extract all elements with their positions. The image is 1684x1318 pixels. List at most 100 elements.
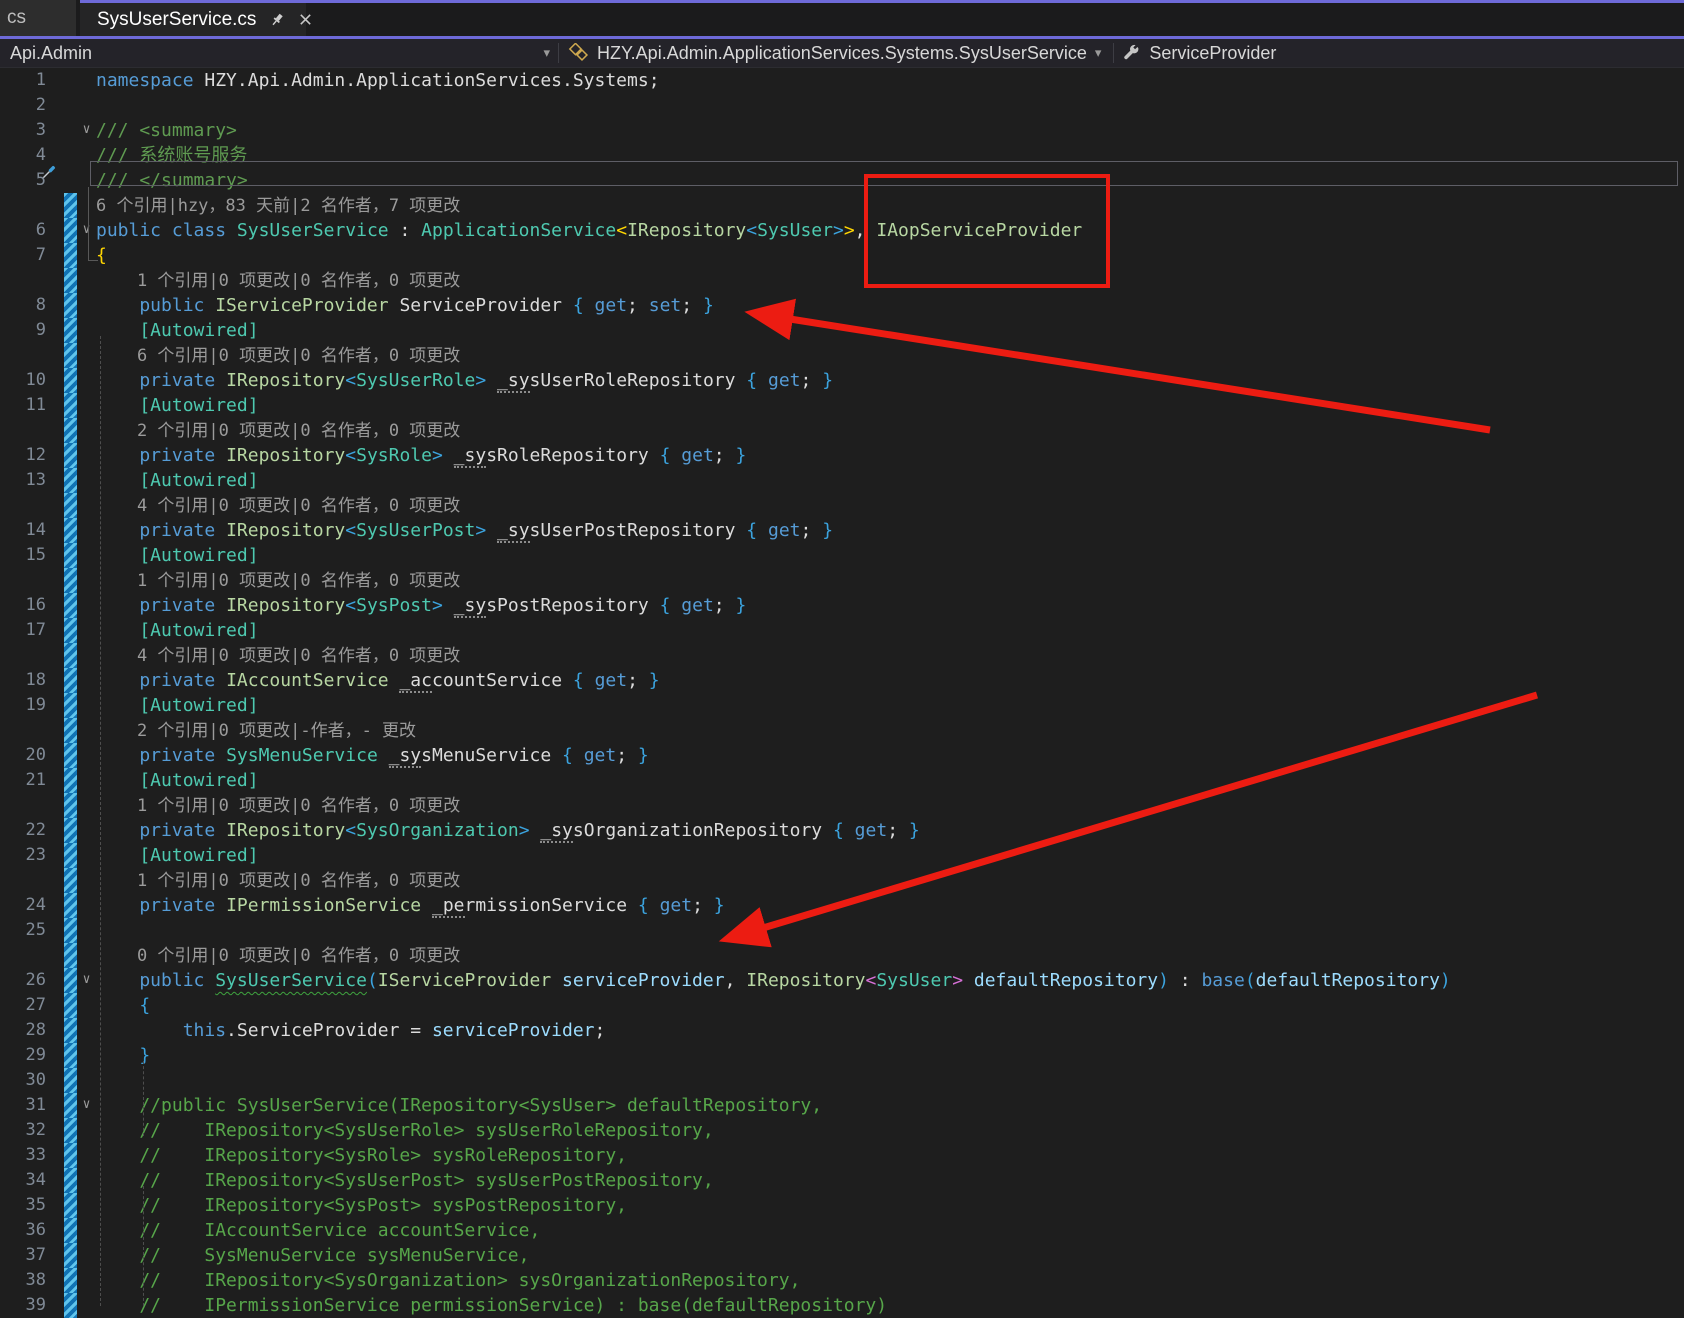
close-icon[interactable] xyxy=(298,11,313,29)
line-number[interactable]: 36 xyxy=(0,1218,46,1243)
line-number[interactable]: 21 xyxy=(0,768,46,793)
line-number[interactable]: 9 xyxy=(0,318,46,343)
codelens-row[interactable]: 4 个引用|0 项更改|0 名作者，0 项更改 xyxy=(0,493,1684,518)
fold-chevron-icon[interactable]: ∨ xyxy=(77,968,96,993)
breadcrumb-member[interactable]: ServiceProvider xyxy=(1145,39,1280,67)
code-line-35[interactable]: 35 // IRepository<SysPost> sysPostReposi… xyxy=(0,1193,1684,1218)
line-number[interactable]: 20 xyxy=(0,743,46,768)
line-number[interactable]: 8 xyxy=(0,293,46,318)
fold-chevron-icon[interactable]: ∨ xyxy=(77,218,96,243)
code-line-18[interactable]: 18 private IAccountService _accountServi… xyxy=(0,668,1684,693)
code-line-12[interactable]: 12 private IRepository<SysRole> _sysRole… xyxy=(0,443,1684,468)
line-number[interactable]: 17 xyxy=(0,618,46,643)
code-line-30[interactable]: 30 xyxy=(0,1068,1684,1093)
code-line-23[interactable]: 23 [Autowired] xyxy=(0,843,1684,868)
line-number[interactable]: 38 xyxy=(0,1268,46,1293)
code-line-34[interactable]: 34 // IRepository<SysUserPost> sysUserPo… xyxy=(0,1168,1684,1193)
line-number[interactable] xyxy=(0,793,46,818)
code-line-28[interactable]: 28 this.ServiceProvider = serviceProvide… xyxy=(0,1018,1684,1043)
line-number[interactable]: 23 xyxy=(0,843,46,868)
line-number[interactable]: 14 xyxy=(0,518,46,543)
codelens-row[interactable]: 2 个引用|0 项更改|0 名作者，0 项更改 xyxy=(0,418,1684,443)
code-line-17[interactable]: 17 [Autowired] xyxy=(0,618,1684,643)
codelens-row[interactable]: 1 个引用|0 项更改|0 名作者，0 项更改 xyxy=(0,868,1684,893)
code-line-32[interactable]: 32 // IRepository<SysUserRole> sysUserRo… xyxy=(0,1118,1684,1143)
fold-chevron-icon[interactable]: ∨ xyxy=(77,1093,96,1118)
line-number[interactable]: 6 xyxy=(0,218,46,243)
line-number[interactable] xyxy=(0,268,46,293)
line-number[interactable]: 15 xyxy=(0,543,46,568)
line-number[interactable]: 26 xyxy=(0,968,46,993)
line-number[interactable] xyxy=(0,643,46,668)
code-line-3[interactable]: 3 ∨/// <summary> xyxy=(0,118,1684,143)
line-number[interactable] xyxy=(0,493,46,518)
codelens-row[interactable]: 0 个引用|0 项更改|0 名作者，0 项更改 xyxy=(0,943,1684,968)
line-number[interactable]: 27 xyxy=(0,993,46,1018)
line-number[interactable] xyxy=(0,868,46,893)
code-line-38[interactable]: 38 // IRepository<SysOrganization> sysOr… xyxy=(0,1268,1684,1293)
code-line-26[interactable]: 26 ∨ public SysUserService(IServiceProvid… xyxy=(0,968,1684,993)
line-number[interactable]: 12 xyxy=(0,443,46,468)
code-line-6[interactable]: 6 ∨ public class SysUserService : Applicat… xyxy=(0,218,1684,243)
chevron-down-icon[interactable]: ▾ xyxy=(1087,45,1110,61)
line-number[interactable]: 29 xyxy=(0,1043,46,1068)
code-line-33[interactable]: 33 // IRepository<SysRole> sysRoleReposi… xyxy=(0,1143,1684,1168)
line-number[interactable]: 16 xyxy=(0,593,46,618)
code-line-16[interactable]: 16 private IRepository<SysPost> _sysPost… xyxy=(0,593,1684,618)
line-number[interactable] xyxy=(0,718,46,743)
line-number[interactable]: 33 xyxy=(0,1143,46,1168)
code-line-24[interactable]: 24 private IPermissionService _permissio… xyxy=(0,893,1684,918)
line-number[interactable]: 25 xyxy=(0,918,46,943)
chevron-down-icon[interactable]: ▾ xyxy=(535,45,558,61)
line-number[interactable]: 2 xyxy=(0,93,46,118)
code-line-9[interactable]: 9 [Autowired] xyxy=(0,318,1684,343)
screwdriver-icon[interactable] xyxy=(37,162,59,189)
code-editor[interactable]: 1 namespace HZY.Api.Admin.ApplicationServ… xyxy=(0,68,1684,1318)
line-number[interactable]: 28 xyxy=(0,1018,46,1043)
code-line-19[interactable]: 19 [Autowired] xyxy=(0,693,1684,718)
code-line-10[interactable]: 10 private IRepository<SysUserRole> _sys… xyxy=(0,368,1684,393)
line-number[interactable] xyxy=(0,343,46,368)
line-number[interactable]: 13 xyxy=(0,468,46,493)
pin-icon[interactable] xyxy=(269,11,285,29)
code-line-5[interactable]: 5/// </summary> xyxy=(0,168,1684,193)
line-number[interactable]: 34 xyxy=(0,1168,46,1193)
code-line-8[interactable]: 8 public IServiceProvider ServiceProvide… xyxy=(0,293,1684,318)
code-line-36[interactable]: 36 // IAccountService accountService, xyxy=(0,1218,1684,1243)
fold-chevron-icon[interactable]: ∨ xyxy=(77,118,96,143)
code-line-29[interactable]: 29 } xyxy=(0,1043,1684,1068)
line-number[interactable]: 24 xyxy=(0,893,46,918)
code-line-21[interactable]: 21 [Autowired] xyxy=(0,768,1684,793)
code-line-4[interactable]: 4/// 系统账号服务 xyxy=(0,143,1684,168)
code-line-2[interactable]: 2 xyxy=(0,93,1684,118)
line-number[interactable]: 35 xyxy=(0,1193,46,1218)
line-number[interactable]: 11 xyxy=(0,393,46,418)
code-line-22[interactable]: 22 private IRepository<SysOrganization> … xyxy=(0,818,1684,843)
code-line-7[interactable]: 7{ xyxy=(0,243,1684,268)
line-number[interactable]: 30 xyxy=(0,1068,46,1093)
line-number[interactable]: 3 xyxy=(0,118,46,143)
line-number[interactable]: 7 xyxy=(0,243,46,268)
line-number[interactable]: 1 xyxy=(0,68,46,93)
line-number[interactable]: 31 xyxy=(0,1093,46,1118)
line-number[interactable]: 22 xyxy=(0,818,46,843)
codelens-row[interactable]: 1 个引用|0 项更改|0 名作者，0 项更改 xyxy=(0,268,1684,293)
tab-sysuserservice[interactable]: SysUserService.cs xyxy=(80,0,312,36)
tab-cs[interactable]: cs xyxy=(0,0,76,36)
code-line-15[interactable]: 15 [Autowired] xyxy=(0,543,1684,568)
line-number[interactable]: 10 xyxy=(0,368,46,393)
breadcrumb-project[interactable]: Api.Admin ▾ xyxy=(0,39,558,67)
line-number[interactable]: 19 xyxy=(0,693,46,718)
code-line-14[interactable]: 14 private IRepository<SysUserPost> _sys… xyxy=(0,518,1684,543)
code-line-20[interactable]: 20 private SysMenuService _sysMenuServic… xyxy=(0,743,1684,768)
codelens-row[interactable]: 1 个引用|0 项更改|0 名作者，0 项更改 xyxy=(0,793,1684,818)
code-line-1[interactable]: 1 namespace HZY.Api.Admin.ApplicationServ… xyxy=(0,68,1684,93)
line-number[interactable] xyxy=(0,568,46,593)
line-number[interactable]: 32 xyxy=(0,1118,46,1143)
code-line-37[interactable]: 37 // SysMenuService sysMenuService, xyxy=(0,1243,1684,1268)
codelens-row[interactable]: 4 个引用|0 项更改|0 名作者，0 项更改 xyxy=(0,643,1684,668)
codelens-row[interactable]: 2 个引用|0 项更改|-作者，- 更改 xyxy=(0,718,1684,743)
code-line-25[interactable]: 25 xyxy=(0,918,1684,943)
breadcrumb-type[interactable]: HZY.Api.Admin.ApplicationServices.System… xyxy=(593,39,1113,67)
code-line-13[interactable]: 13 [Autowired] xyxy=(0,468,1684,493)
